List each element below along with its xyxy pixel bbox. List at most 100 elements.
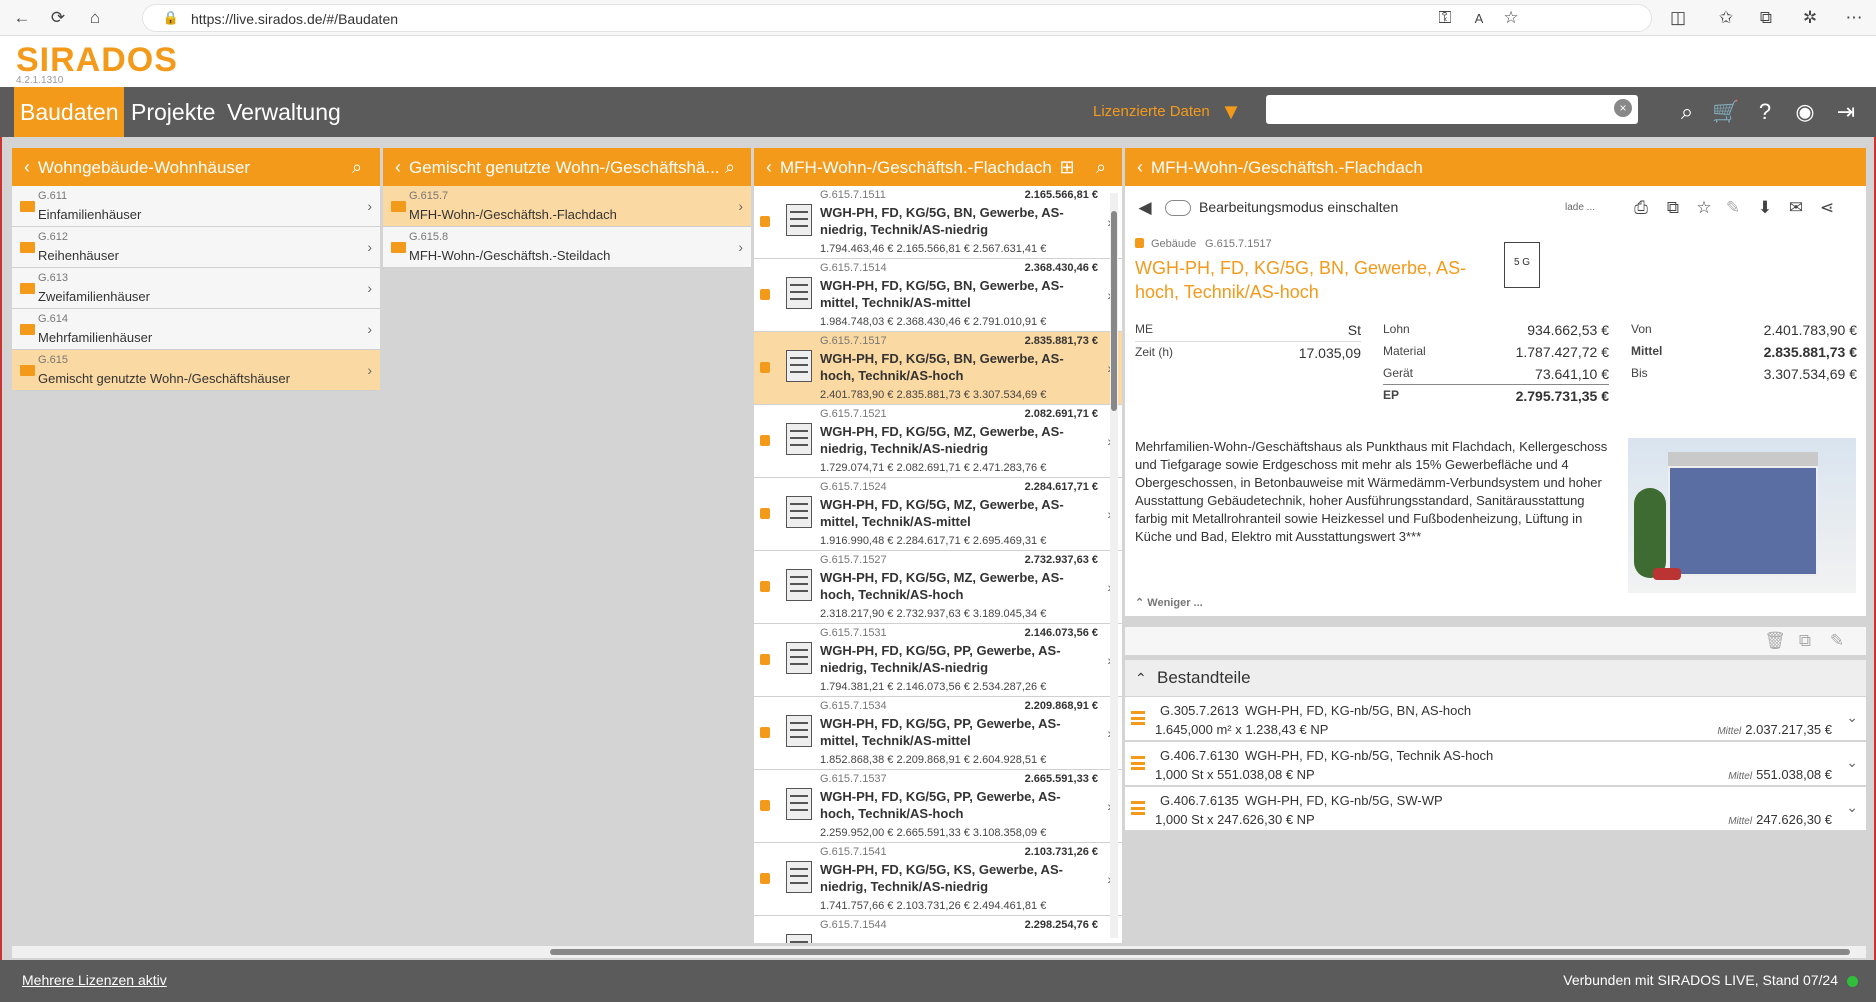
list-item-selected[interactable]: G.615.7.1517 2.835.881,73 € WGH-PH, FD, KG… (754, 332, 1122, 405)
nav-projekte[interactable]: Projekte (125, 87, 221, 137)
home-icon[interactable]: ⌂ (85, 8, 105, 28)
list-item[interactable]: G.615.7.1534 2.209.868,91 € WGH-PH, FD, KG… (754, 697, 1122, 770)
list-item[interactable]: G.615.7.1511 2.165.566,81 € WGH-PH, FD, KG… (754, 186, 1122, 259)
list-item[interactable]: G.613 Zweifamilienhäuser › (12, 268, 380, 309)
item-price: 2.082.691,71 € (1024, 408, 1098, 420)
geraet-value: 73.641,10 € (1535, 366, 1609, 382)
reload-icon[interactable]: ⟳ (48, 8, 68, 28)
favorites-icon[interactable]: ✩ (1716, 8, 1736, 28)
lohn-row: Lohn 934.662,53 € (1383, 322, 1609, 338)
list-item[interactable]: G.615.8 MFH-Wohn-/Geschäftsh.-Steildach › (383, 227, 751, 268)
zeit-row: Zeit (h) 17.035,09 (1135, 345, 1361, 361)
chevron-down-icon[interactable]: ⌄ (1846, 799, 1858, 816)
favorite-icon[interactable]: ☆ (1501, 8, 1521, 28)
less-link[interactable]: ⌃ Weniger ... (1135, 596, 1203, 609)
list-item[interactable]: G.615.7.1524 2.284.617,71 € WGH-PH, FD, KG… (754, 478, 1122, 551)
list-item[interactable]: G.612 Reihenhäuser › (12, 227, 380, 268)
list-item[interactable]: G.615.7.1527 2.732.937,63 € WGH-PH, FD, KG… (754, 551, 1122, 624)
download-icon[interactable]: ⬇ (1755, 198, 1775, 218)
address-bar[interactable]: 🔒 https://live.sirados.de/#/Baudaten ⚿ A… (142, 4, 1652, 32)
list-item[interactable]: G.615.7.1531 2.146.073,56 € WGH-PH, FD, KG… (754, 624, 1122, 697)
item-code: G.615.7.1514 (820, 262, 887, 274)
component-row[interactable]: G.406.7.6130 WGH-PH, FD, KG-nb/5G, Techn… (1125, 742, 1866, 786)
item-price: 2.368.430,46 € (1024, 262, 1098, 274)
pencil-icon[interactable]: ✎ (1723, 198, 1743, 218)
back-icon[interactable]: ← (12, 8, 32, 28)
scrollbar-thumb[interactable] (550, 949, 1850, 955)
panel2-search-icon[interactable]: ⌕ (719, 156, 741, 178)
components-header[interactable]: ⌃ Bestandteile (1125, 660, 1866, 696)
component-row[interactable]: G.406.7.6135 WGH-PH, FD, KG-nb/5G, SW-WP… (1125, 787, 1866, 831)
list-item[interactable]: G.611 Einfamilienhäuser › (12, 186, 380, 227)
panel1-search-icon[interactable]: ⌕ (346, 156, 368, 178)
item-code: G.615.7.1527 (820, 554, 887, 566)
chevron-down-icon[interactable]: ⌄ (1846, 754, 1858, 771)
panel1-header[interactable]: ‹ Wohngebäude-Wohnhäuser ⌕ (12, 148, 380, 186)
list-item[interactable]: G.615.7.1514 2.368.430,46 € WGH-PH, FD, KG… (754, 259, 1122, 332)
building-icon (786, 350, 812, 382)
back-chevron-icon[interactable]: ‹ (24, 157, 30, 177)
chevron-down-icon[interactable]: ⌄ (1846, 709, 1858, 726)
panel3-scrollbar[interactable] (1110, 193, 1118, 938)
licenses-link[interactable]: Mehrere Lizenzen aktiv (22, 972, 167, 988)
panel2-header[interactable]: ‹ Gemischt genutzte Wohn-/Geschäftshä... … (383, 148, 751, 186)
read-aloud-icon[interactable]: A (1469, 8, 1489, 28)
trash-icon[interactable]: 🗑 (1764, 631, 1786, 651)
list-item[interactable]: G.615.7.1541 2.103.731,26 € WGH-PH, FD, KG… (754, 843, 1122, 916)
extensions-icon[interactable]: ✲ (1800, 8, 1820, 28)
lock-icon (760, 654, 770, 665)
key-icon[interactable]: ⚿ (1435, 8, 1455, 28)
filter-icon[interactable]: ▼ (1218, 99, 1244, 125)
help-icon[interactable]: ? (1752, 99, 1778, 125)
component-code: G.406.7.6130 (1160, 748, 1239, 763)
list-item[interactable]: G.614 Mehrfamilienhäuser › (12, 309, 380, 350)
search-input[interactable]: × (1266, 95, 1638, 124)
collections-icon[interactable]: ⧉ (1756, 8, 1776, 28)
star-icon[interactable]: ☆ (1694, 198, 1714, 218)
back-circle-icon[interactable]: ◀ (1135, 198, 1155, 218)
bis-row: Bis 3.307.534,69 € (1631, 366, 1857, 382)
split-screen-icon[interactable]: ◫ (1668, 8, 1688, 28)
back-chevron-icon[interactable]: ‹ (1137, 157, 1143, 177)
list-item-selected[interactable]: G.615 Gemischt genutzte Wohn-/Geschäftshä… (12, 350, 380, 391)
item-name: MFH-Wohn-/Geschäftsh.-Flachdach (409, 207, 617, 222)
list-item[interactable]: G.615.7.1544 2.298.254,76 € (754, 916, 1122, 943)
item-range: 1.852.868,38 € 2.209.868,91 € 2.604.928,… (820, 754, 1047, 766)
nav-baudaten[interactable]: Baudaten (14, 87, 125, 137)
chevron-right-icon: › (367, 362, 372, 378)
material-label: Material (1383, 344, 1426, 358)
list-item[interactable]: G.615.7.1521 2.082.691,71 € WGH-PH, FD, KG… (754, 405, 1122, 478)
list-item[interactable]: G.615.7.1537 2.665.591,33 € WGH-PH, FD, KG… (754, 770, 1122, 843)
component-title: WGH-PH, FD, KG-nb/5G, SW-WP (1245, 793, 1443, 808)
copy-icon[interactable]: ⧉ (1663, 198, 1683, 218)
me-label: ME (1135, 322, 1153, 336)
chevron-up-icon[interactable]: ⌃ (1135, 660, 1147, 696)
logout-icon[interactable]: ⇥ (1833, 99, 1859, 125)
chevron-right-icon: › (367, 198, 372, 214)
component-row[interactable]: G.305.7.2613 WGH-PH, FD, KG-nb/5G, BN, A… (1125, 697, 1866, 741)
scrollbar-thumb[interactable] (1111, 211, 1117, 411)
share-icon[interactable]: ⋖ (1817, 198, 1837, 218)
edit-mode-toggle[interactable] (1165, 200, 1191, 216)
detail-header[interactable]: ‹ MFH-Wohn-/Geschäftsh.-Flachdach (1125, 148, 1866, 186)
pencil-icon[interactable]: ✎ (1827, 631, 1847, 651)
search-icon[interactable]: ⌕ (1674, 99, 1700, 125)
user-icon[interactable]: ◉ (1792, 99, 1818, 125)
back-chevron-icon[interactable]: ‹ (395, 157, 401, 177)
horizontal-scrollbar[interactable] (12, 946, 1866, 958)
panel3-header[interactable]: ‹ MFH-Wohn-/Geschäftsh.-Flachdach ⊞ ⌕ (754, 148, 1122, 186)
copy-icon[interactable]: ⧉ (1795, 631, 1815, 651)
licensed-data-filter-label[interactable]: Lizenzierte Daten (1093, 87, 1210, 137)
print-icon[interactable]: ⎙ (1631, 198, 1651, 218)
menu-icon[interactable]: ⋯ (1844, 8, 1864, 28)
panel3-search-icon[interactable]: ⌕ (1090, 156, 1112, 178)
comment-icon[interactable]: ✉ (1786, 198, 1806, 218)
nav-verwaltung[interactable]: Verwaltung (221, 87, 347, 137)
list-item-selected[interactable]: G.615.7 MFH-Wohn-/Geschäftsh.-Flachdach › (383, 186, 751, 227)
cart-icon[interactable]: 🛒 (1712, 99, 1739, 125)
type-label: Gebäude (1151, 238, 1197, 250)
clear-icon[interactable]: × (1614, 99, 1632, 117)
back-chevron-icon[interactable]: ‹ (766, 157, 772, 177)
grid-view-icon[interactable]: ⊞ (1056, 156, 1078, 178)
tree (1634, 488, 1666, 578)
